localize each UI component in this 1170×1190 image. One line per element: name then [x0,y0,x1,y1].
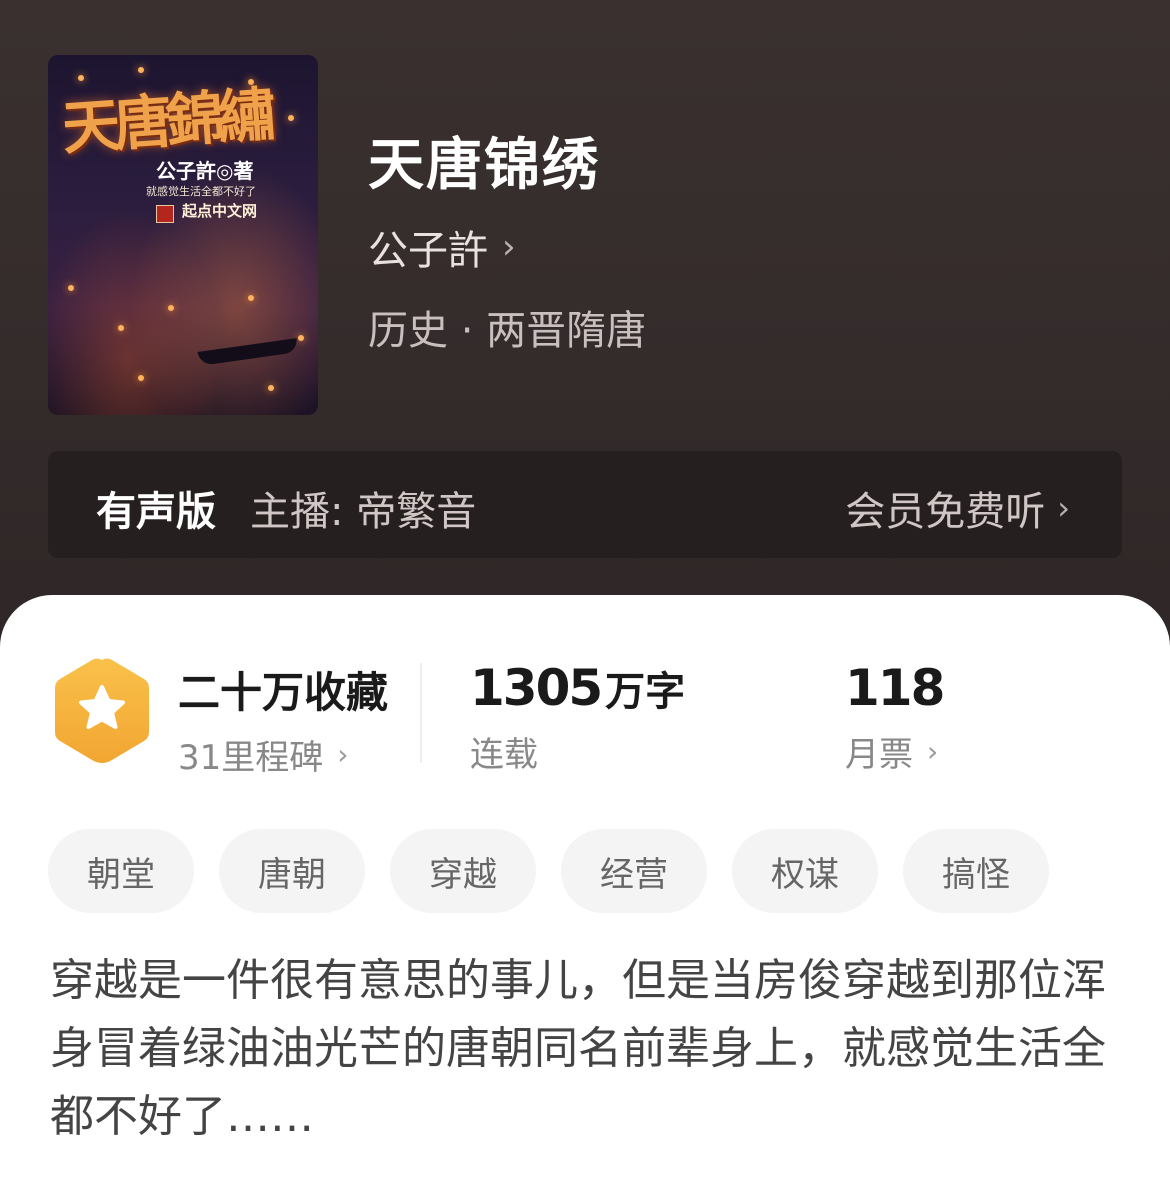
lantern-dot [248,295,254,301]
monthly-vote-number: 118 [845,659,945,717]
lantern-dot [138,67,144,73]
book-genre[interactable]: 历史 · 两晋隋唐 [368,298,646,356]
lantern-dot [138,375,144,381]
word-count-unit: 万字 [605,669,686,715]
audio-label: 有声版 [96,489,216,535]
author-link[interactable]: 公子許 › [368,218,516,276]
collection-stat[interactable]: 二十万收藏 31里程碑 › [178,659,388,779]
lantern-dot [298,335,304,341]
member-listen-button[interactable]: 会员免费听 › [845,479,1070,537]
lantern-dot [268,385,274,391]
monthly-vote-stat[interactable]: 118 月票 › [845,659,945,776]
collection-count: 二十万收藏 [178,668,389,717]
word-count-stat: 1305 万字 连载 [470,659,685,776]
word-count-number: 1305 [470,659,603,717]
lantern-dot [118,325,124,331]
book-title: 天唐锦绣 [368,133,600,198]
lantern-dot [68,285,74,291]
serial-status: 连载 [470,735,538,775]
author-name: 公子許 [368,228,488,274]
cover-title-art: 天唐錦繡 [59,80,273,163]
tag-chip[interactable]: 朝堂 [48,829,194,913]
divider [420,663,422,763]
book-cover[interactable]: 天唐錦繡 公子許◎著 就感觉生活全都不好了 起点中文网 [48,55,318,415]
tag-chip[interactable]: 穿越 [390,829,536,913]
chevron-right-icon: › [1057,489,1070,527]
lantern-dot [168,305,174,311]
milestone-count: 31里程碑 [178,738,324,778]
info-panel: 二十万收藏 31里程碑 › 1305 万字 连载 118 月票 › 朝堂 唐朝 穿… [0,595,1170,1190]
audio-host: 主播: 帝繁音 [250,489,477,535]
cover-seal-icon [156,205,174,223]
tag-chip[interactable]: 经营 [561,829,707,913]
chevron-right-icon: › [337,737,349,771]
audio-edition-bar[interactable]: 有声版 主播: 帝繁音 会员免费听 › [48,451,1122,558]
boat-illustration [197,338,299,366]
tag-chip[interactable]: 唐朝 [219,829,365,913]
member-listen-label: 会员免费听 [845,489,1046,535]
cover-publisher: 起点中文网 [182,202,258,220]
chevron-right-icon: › [502,227,516,267]
chevron-right-icon: › [927,734,939,768]
book-synopsis[interactable]: 穿越是一件很有意思的事儿，但是当房俊穿越到那位浑身冒着绿油油光芒的唐朝同名前辈身… [50,947,1125,1151]
tag-list: 朝堂 唐朝 穿越 经营 权谋 搞怪 [48,829,1049,913]
cover-tagline: 就感觉生活全都不好了 [146,185,256,198]
star-hexagon-icon [55,658,149,763]
monthly-vote-label: 月票 [845,735,913,775]
lantern-dot [78,75,84,81]
cover-author: 公子許◎著 [156,159,254,183]
tag-chip[interactable]: 权谋 [732,829,878,913]
tag-chip[interactable]: 搞怪 [903,829,1049,913]
